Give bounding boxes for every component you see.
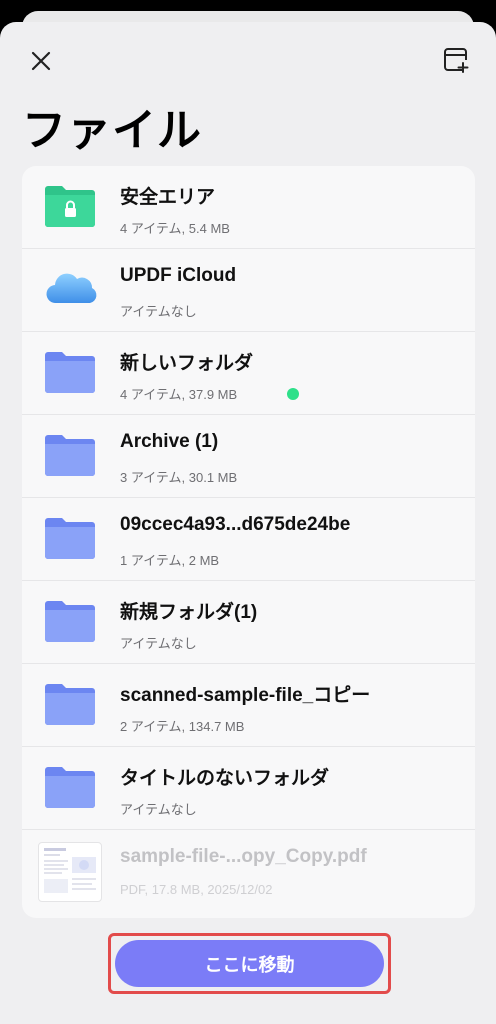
item-meta: 3 アイテム, 30.1 MB <box>120 470 238 485</box>
item-name: 09ccec4a93...d675de24be <box>120 514 351 535</box>
secure-folder-icon <box>45 186 95 227</box>
list-item-folder[interactable]: Archive (1) 3 アイテム, 30.1 MB <box>22 415 475 498</box>
file-picker-sheet: ファイル 安全エリア 4 アイテム, 5.4 MB UPDF iCloud アイ… <box>0 22 496 1024</box>
item-meta: PDF, 17.8 MB, 2025/12/02 <box>120 882 273 897</box>
new-folder-icon <box>444 48 469 73</box>
move-here-button[interactable]: ここに移動 <box>115 940 384 987</box>
item-name: UPDF iCloud <box>120 265 237 286</box>
item-name: sample-file-...opy_Copy.pdf <box>120 846 367 867</box>
folder-icon <box>45 518 95 559</box>
status-dot <box>287 388 299 400</box>
close-icon <box>31 51 51 71</box>
list-item-folder[interactable]: 新規フォルダ(1) アイテムなし <box>22 581 475 664</box>
item-name: 新規フォルダ(1) <box>120 602 258 623</box>
file-list: 安全エリア 4 アイテム, 5.4 MB UPDF iCloud アイテムなし <box>22 166 475 918</box>
list-item-folder[interactable]: 09ccec4a93...d675de24be 1 アイテム, 2 MB <box>22 498 475 581</box>
item-meta: アイテムなし <box>120 636 197 651</box>
new-folder-button[interactable] <box>438 42 474 78</box>
page-title: ファイル <box>22 106 202 155</box>
list-item-folder[interactable]: タイトルのないフォルダ アイテムなし <box>22 747 475 830</box>
list-item-pdf: sample-file-...opy_Copy.pdf PDF, 17.8 MB… <box>22 830 475 912</box>
list-item-secure-area[interactable]: 安全エリア 4 アイテム, 5.4 MB <box>22 166 475 249</box>
move-button-highlight: ここに移動 <box>108 933 391 994</box>
item-meta: アイテムなし <box>120 802 197 817</box>
list-item-folder[interactable]: 新しいフォルダ 4 アイテム, 37.9 MB <box>22 332 475 415</box>
folder-icon <box>45 352 95 393</box>
list-item-icloud[interactable]: UPDF iCloud アイテムなし <box>22 249 475 332</box>
item-name: Archive (1) <box>120 431 219 452</box>
item-name: 安全エリア <box>120 187 216 208</box>
item-meta: 1 アイテム, 2 MB <box>120 553 220 568</box>
folder-icon <box>45 767 95 808</box>
folder-icon <box>45 684 95 725</box>
folder-icon <box>45 435 95 476</box>
folder-icon <box>45 601 95 642</box>
item-name: タイトルのないフォルダ <box>120 768 330 789</box>
item-meta: 4 アイテム, 37.9 MB <box>120 387 238 402</box>
list-item-folder[interactable]: scanned-sample-file_コピー 2 アイテム, 134.7 MB <box>22 664 475 747</box>
item-meta: アイテムなし <box>120 304 197 319</box>
item-name: 新しいフォルダ <box>120 353 254 374</box>
item-meta: 2 アイテム, 134.7 MB <box>120 719 245 734</box>
icloud-icon <box>46 273 97 304</box>
pdf-thumbnail <box>38 842 102 902</box>
item-meta: 4 アイテム, 5.4 MB <box>120 221 230 236</box>
item-name: scanned-sample-file_コピー <box>120 685 371 706</box>
close-button[interactable] <box>26 46 56 76</box>
